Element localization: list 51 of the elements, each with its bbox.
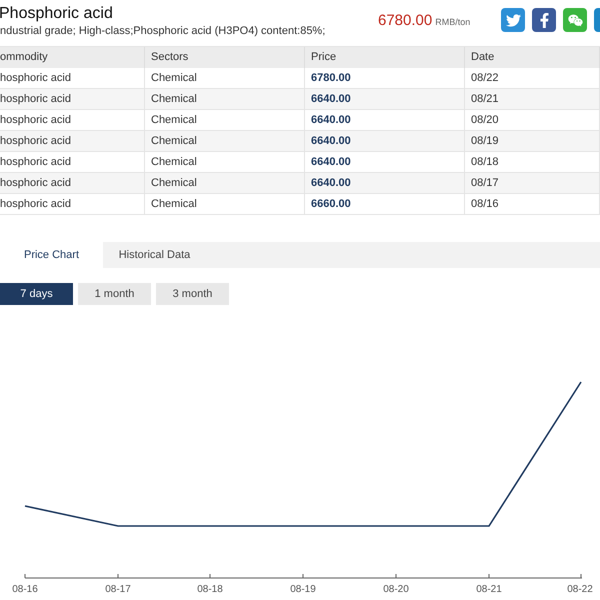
table-cell: hosphoric acid bbox=[0, 194, 145, 215]
table-cell: 6640.00 bbox=[305, 110, 465, 131]
table-cell: 08/19 bbox=[465, 131, 600, 152]
axis-label: 08-17 bbox=[104, 583, 132, 597]
column-header: Price bbox=[305, 47, 465, 68]
table-cell: hosphoric acid bbox=[0, 68, 145, 89]
share-button[interactable] bbox=[532, 8, 556, 32]
table-cell: Chemical bbox=[145, 89, 305, 110]
table-cell: 6640.00 bbox=[305, 173, 465, 194]
table-cell: 08/16 bbox=[465, 194, 600, 215]
table-cell: Chemical bbox=[145, 194, 305, 215]
table-cell: 6640.00 bbox=[305, 89, 465, 110]
table-cell: 08/21 bbox=[465, 89, 600, 110]
table-cell: hosphoric acid bbox=[0, 89, 145, 110]
table-cell: Chemical bbox=[145, 152, 305, 173]
column-header: Sectors bbox=[145, 47, 305, 68]
table-cell: hosphoric acid bbox=[0, 110, 145, 131]
table-cell: 6660.00 bbox=[305, 194, 465, 215]
axis-label: 08-21 bbox=[475, 583, 503, 597]
table-cell: 6640.00 bbox=[305, 152, 465, 173]
table-cell: 08/22 bbox=[465, 68, 600, 89]
range-button[interactable]: 3 month bbox=[156, 283, 229, 305]
table-cell: Chemical bbox=[145, 131, 305, 152]
axis-label: 08-22 bbox=[566, 583, 594, 597]
tab[interactable]: Price Chart bbox=[0, 242, 103, 268]
range-button[interactable]: 7 days bbox=[0, 283, 73, 305]
axis-label: 08-18 bbox=[196, 583, 224, 597]
table-cell: Chemical bbox=[145, 110, 305, 131]
table-cell: 08/17 bbox=[465, 173, 600, 194]
column-header: Date bbox=[465, 47, 600, 68]
table-cell: 6640.00 bbox=[305, 131, 465, 152]
chat-bubbles-icon bbox=[568, 12, 582, 28]
table-cell: 08/20 bbox=[465, 110, 600, 131]
axis-label: 08-16 bbox=[11, 583, 39, 597]
share-button[interactable] bbox=[501, 8, 525, 32]
product-description: ndustrial grade; High-class;Phosphoric acid (H3PO4) content:85%; bbox=[0, 24, 326, 38]
current-price: 6780.00 bbox=[378, 11, 432, 31]
table-cell: Chemical bbox=[145, 173, 305, 194]
table-cell: hosphoric acid bbox=[0, 131, 145, 152]
table-cell: Chemical bbox=[145, 68, 305, 89]
table-cell: hosphoric acid bbox=[0, 152, 145, 173]
bird-icon bbox=[506, 12, 520, 28]
product-title: Phosphoric acid bbox=[0, 4, 114, 24]
table-cell: hosphoric acid bbox=[0, 173, 145, 194]
axis-label: 08-19 bbox=[289, 583, 317, 597]
table-cell: 6780.00 bbox=[305, 68, 465, 89]
range-button[interactable]: 1 month bbox=[78, 283, 151, 305]
price-unit: RMB/ton bbox=[435, 16, 470, 29]
column-header: ommodity bbox=[0, 47, 145, 68]
axis-label: 08-20 bbox=[382, 583, 410, 597]
table-cell: 08/18 bbox=[465, 152, 600, 173]
